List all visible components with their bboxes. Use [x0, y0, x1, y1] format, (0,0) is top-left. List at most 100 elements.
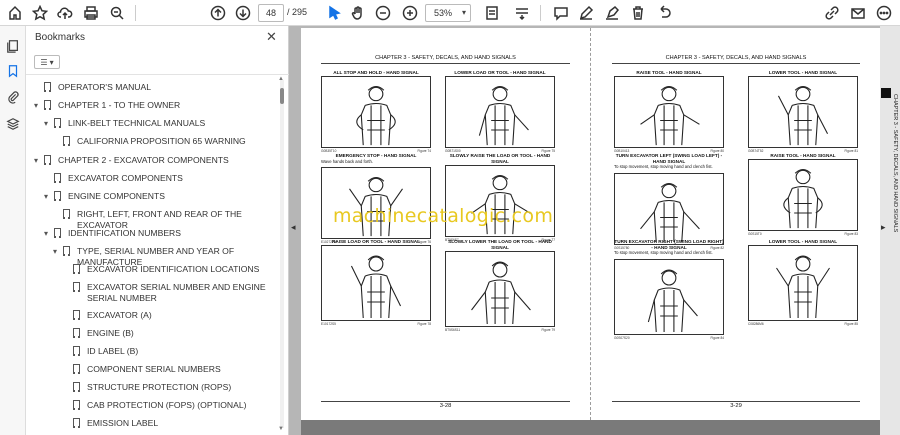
bookmark-item[interactable]: COMPONENT SERIAL NUMBERS: [63, 364, 221, 375]
toolbar-divider: [540, 5, 541, 21]
hand-signal-figure: SLOWLY RAISE THE LOAD OR TOOL - HAND SIG…: [445, 153, 555, 242]
bookmark-item[interactable]: EMISSION LABEL: [63, 418, 158, 429]
layers-icon[interactable]: [3, 114, 23, 134]
attachment-icon[interactable]: [3, 87, 23, 107]
expand-right-arrow-icon[interactable]: ▸: [881, 222, 886, 233]
star-icon[interactable]: [30, 3, 50, 23]
page-thumbnails-icon[interactable]: [3, 36, 23, 56]
hand-signal-figure: TURN EXCAVATOR LEFT (SWING LOAD LEFT) - …: [614, 153, 724, 250]
scroll-mode-icon[interactable]: [512, 3, 532, 23]
signal-instruction: Wave hands back and forth.: [321, 158, 373, 164]
signal-illustration: [748, 159, 858, 231]
right-page-number: 3-29: [730, 403, 742, 409]
bookmark-item[interactable]: OPERATOR'S MANUAL: [34, 82, 151, 93]
close-icon[interactable]: ✕: [266, 29, 277, 45]
bookmark-item[interactable]: STRUCTURE PROTECTION (ROPS): [63, 382, 231, 393]
hand-tool-icon[interactable]: [348, 3, 368, 23]
cloud-upload-icon[interactable]: [55, 3, 75, 23]
signal-instruction: To stop movement, stop moving hand and c…: [614, 164, 713, 169]
bookmark-label: CHAPTER 1 - TO THE OWNER: [58, 100, 181, 110]
email-icon[interactable]: [848, 3, 868, 23]
chevron-down-icon[interactable]: ▾: [44, 118, 54, 129]
hand-signal-figure: LOWER TOOL - HAND SIGNAL G0B74T52 Figure…: [748, 70, 858, 153]
bookmark-ribbon-icon: [54, 118, 61, 128]
select-cursor-icon[interactable]: [324, 3, 344, 23]
collapse-left-arrow-icon[interactable]: ◂: [291, 222, 296, 233]
document-viewer[interactable]: ◂ CHAPTER 3 - SAFETY, DECALS, AND HAND S…: [289, 26, 900, 435]
zoom-out-icon[interactable]: [373, 3, 393, 23]
hand-signal-figure: EMERGENCY STOP - HAND SIGNAL Wave hands …: [321, 153, 431, 244]
main-toolbar: 48 / 295 53% ▾: [0, 0, 900, 26]
signal-illustration: [321, 76, 431, 148]
page-down-icon[interactable]: [233, 3, 253, 23]
bookmark-options-button[interactable]: ☰ ▾: [34, 55, 60, 69]
home-icon[interactable]: [5, 3, 25, 23]
bookmark-ribbon-icon: [63, 246, 70, 256]
bookmark-label: EXCAVATOR COMPONENTS: [68, 173, 183, 183]
signal-illustration: [321, 167, 431, 239]
bookmark-scrollbar[interactable]: [280, 80, 284, 428]
bookmark-item[interactable]: CAB PROTECTION (FOPS) (OPTIONAL): [63, 400, 246, 411]
bookmark-item[interactable]: EXCAVATOR (A): [63, 310, 152, 321]
bookmark-item[interactable]: ▾ LINK-BELT TECHNICAL MANUALS: [44, 118, 205, 129]
panel-divider: [26, 74, 289, 75]
right-page-header: CHAPTER 3 - SAFETY, DECALS, AND HAND SIG…: [665, 55, 807, 61]
bookmark-label: CAB PROTECTION (FOPS) (OPTIONAL): [87, 400, 247, 410]
zoom-level-value: 53%: [434, 8, 453, 18]
bookmark-ribbon-icon: [54, 191, 61, 201]
signal-title: RAISE TOOL - HAND SIGNAL: [636, 70, 702, 75]
page-up-icon[interactable]: [208, 3, 228, 23]
bookmark-item[interactable]: ENGINE (B): [63, 328, 134, 339]
hand-signal-figure: RAISE LOAD OR TOOL - HAND SIGNAL E10172S…: [321, 239, 431, 326]
page-number-input[interactable]: 48: [258, 4, 284, 22]
comment-icon[interactable]: [551, 3, 571, 23]
chevron-down-icon[interactable]: ▾: [34, 100, 44, 111]
figure-code: G0S15T0: [748, 232, 762, 236]
bookmark-item[interactable]: ▾ CHAPTER 1 - TO THE OWNER: [34, 100, 180, 111]
chevron-down-icon[interactable]: ▾: [44, 228, 54, 239]
figure-number: Figure 85: [844, 322, 858, 326]
bookmark-item[interactable]: ▾ CHAPTER 2 - EXCAVATOR COMPONENTS: [34, 155, 229, 166]
zoom-in-icon[interactable]: [400, 3, 420, 23]
signal-title: RAISE LOAD OR TOOL - HAND SIGNAL: [331, 239, 421, 244]
trash-icon[interactable]: [628, 3, 648, 23]
bookmark-label: CALIFORNIA PROPOSITION 65 WARNING: [77, 136, 246, 146]
bookmark-ribbon-icon: [44, 155, 51, 165]
bookmark-item[interactable]: EXCAVATOR IDENTIFICATION LOCATIONS: [63, 264, 259, 275]
scroll-down-arrow-icon[interactable]: ▼: [278, 426, 284, 432]
zoom-search-icon[interactable]: [107, 3, 127, 23]
undo-icon[interactable]: [654, 3, 674, 23]
signal-illustration: [614, 173, 724, 245]
chevron-down-icon[interactable]: ▾: [34, 155, 44, 166]
bookmark-item[interactable]: ID LABEL (B): [63, 346, 138, 357]
bookmark-label: EXCAVATOR IDENTIFICATION LOCATIONS: [87, 264, 260, 274]
hand-signal-figure: RAISE TOOL - HAND SIGNAL G0S15T0 Figure …: [748, 153, 858, 236]
share-link-icon[interactable]: [822, 3, 842, 23]
bookmark-icon[interactable]: [3, 61, 23, 81]
bookmark-item[interactable]: CALIFORNIA PROPOSITION 65 WARNING: [53, 136, 246, 147]
bookmark-item[interactable]: EXCAVATOR SERIAL NUMBER AND ENGINE SERIA…: [63, 282, 273, 304]
signal-title: EMERGENCY STOP - HAND SIGNAL: [335, 153, 417, 158]
highlight-icon[interactable]: [602, 3, 622, 23]
signal-illustration: [321, 245, 431, 321]
hand-signal-figure: SLOWLY LOWER THE LOAD OR TOOL - HAND SIG…: [445, 239, 555, 332]
toolbar-divider: [135, 5, 136, 21]
chapter-tab-marker: [881, 88, 891, 98]
print-icon[interactable]: [81, 3, 101, 23]
page-fit-icon[interactable]: [482, 3, 502, 23]
page-total-label: / 295: [287, 7, 308, 17]
bookmark-label: STRUCTURE PROTECTION (ROPS): [87, 382, 232, 392]
zoom-level-select[interactable]: 53% ▾: [425, 4, 471, 22]
bookmark-item[interactable]: ▾ IDENTIFICATION NUMBERS: [44, 228, 181, 239]
pen-icon[interactable]: [576, 3, 596, 23]
bookmark-item[interactable]: ▾ ENGINE COMPONENTS: [44, 191, 165, 202]
chevron-down-icon[interactable]: ▾: [53, 246, 63, 257]
bookmark-ribbon-icon: [54, 228, 61, 238]
chevron-down-icon[interactable]: ▾: [44, 191, 54, 202]
signal-illustration: [748, 76, 858, 148]
bookmark-item[interactable]: EXCAVATOR COMPONENTS: [44, 173, 183, 184]
scrollbar-thumb[interactable]: [280, 88, 284, 104]
signal-illustration: [614, 259, 724, 335]
more-options-icon[interactable]: [874, 3, 894, 23]
signal-title: SLOWLY LOWER THE LOAD OR TOOL - HAND SIG…: [448, 239, 552, 250]
